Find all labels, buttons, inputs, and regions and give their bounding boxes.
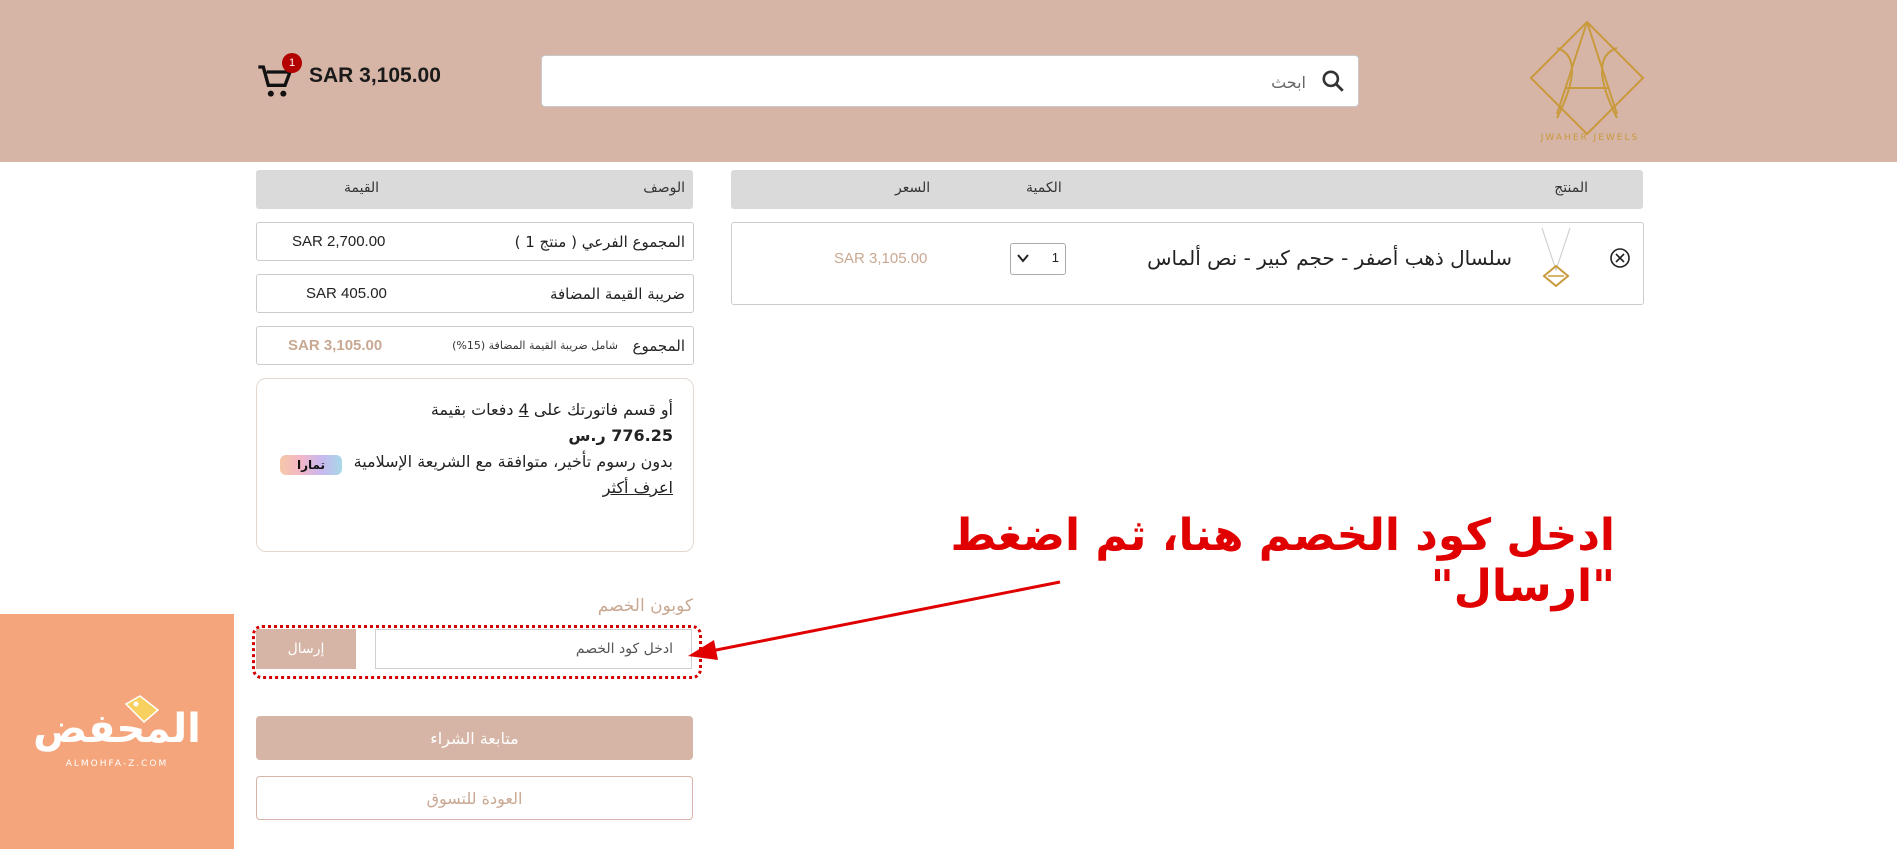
quantity-value: 1 — [1051, 250, 1059, 265]
search-bar[interactable] — [541, 55, 1359, 108]
tamara-amount: 776.25 ر.س — [568, 426, 673, 445]
remove-item-icon[interactable] — [1609, 247, 1631, 269]
site-header: JWAHER JEWELS 1 SAR 3,105.00 — [0, 0, 1897, 162]
total-row: المجموع شامل ضريبة القيمة المضافة (15%) … — [256, 326, 694, 365]
summary-header: الوصف القيمة — [256, 170, 693, 209]
quantity-select[interactable]: 1 — [1010, 243, 1066, 275]
tamara-installment-box: أو قسم فاتورتك على 4 دفعات بقيمة 776.25 … — [256, 378, 694, 552]
cart-table-header: المنتج الكمية السعر — [731, 170, 1643, 209]
tamara-line2: بدون رسوم تأخير، متوافقة مع الشريعة الإس… — [353, 452, 673, 471]
watermark-subtitle: ALMOHFA-Z.COM — [65, 759, 169, 769]
product-price: SAR 3,105.00 — [834, 250, 928, 267]
continue-shopping-button[interactable]: العودة للتسوق — [256, 776, 693, 820]
vat-value: SAR 405.00 — [306, 285, 387, 302]
vat-row: ضريبة القيمة المضافة SAR 405.00 — [256, 274, 694, 313]
column-price: السعر — [895, 180, 931, 196]
tamara-text: أو قسم فاتورتك على 4 دفعات بقيمة 776.25 … — [353, 397, 673, 501]
brand-name: JWAHER JEWELS — [1540, 133, 1640, 143]
column-description: الوصف — [643, 180, 685, 196]
watermark-title: المحفض — [33, 706, 201, 752]
coupon-submit-button[interactable]: إرسال — [256, 629, 356, 669]
tamara-logo: تمارا — [280, 455, 342, 475]
subtotal-label: المجموع الفرعي ( منتج 1 ) — [514, 233, 685, 251]
cart-summary[interactable]: 1 SAR 3,105.00 — [255, 52, 455, 102]
brand-logo[interactable] — [1527, 18, 1647, 146]
watermark-badge: المحفض ALMOHFA-Z.COM — [0, 614, 234, 849]
tamara-installments: 4 — [518, 400, 529, 419]
column-quantity: الكمية — [1026, 180, 1062, 196]
cart-count-badge: 1 — [282, 53, 302, 73]
subtotal-row: المجموع الفرعي ( منتج 1 ) SAR 2,700.00 — [256, 222, 694, 261]
coupon-input[interactable] — [375, 629, 692, 669]
cart-total: SAR 3,105.00 — [309, 64, 441, 87]
column-product: المنتج — [1554, 180, 1588, 196]
chevron-down-icon — [1017, 254, 1029, 263]
product-image[interactable] — [1534, 226, 1578, 294]
search-input[interactable] — [584, 56, 1308, 108]
coupon-title: كوبون الخصم — [597, 596, 693, 616]
tamara-line1: أو قسم فاتورتك على 4 دفعات بقيمة — [430, 400, 673, 419]
subtotal-value: SAR 2,700.00 — [292, 233, 386, 250]
product-name[interactable]: سلسال ذهب أصفر - حجم كبير - نص ألماس — [1130, 246, 1512, 270]
annotation-arrow-icon — [688, 580, 1061, 660]
column-value: القيمة — [344, 180, 380, 196]
total-label: المجموع — [632, 337, 685, 355]
search-icon[interactable] — [1320, 68, 1346, 94]
checkout-button[interactable]: متابعة الشراء — [256, 716, 693, 760]
vat-label: ضريبة القيمة المضافة — [549, 285, 685, 303]
tamara-learn-more[interactable]: اعرف أكثر — [353, 475, 673, 501]
total-value: SAR 3,105.00 — [288, 337, 383, 354]
total-vat-note: شامل ضريبة القيمة المضافة (15%) — [452, 339, 618, 352]
